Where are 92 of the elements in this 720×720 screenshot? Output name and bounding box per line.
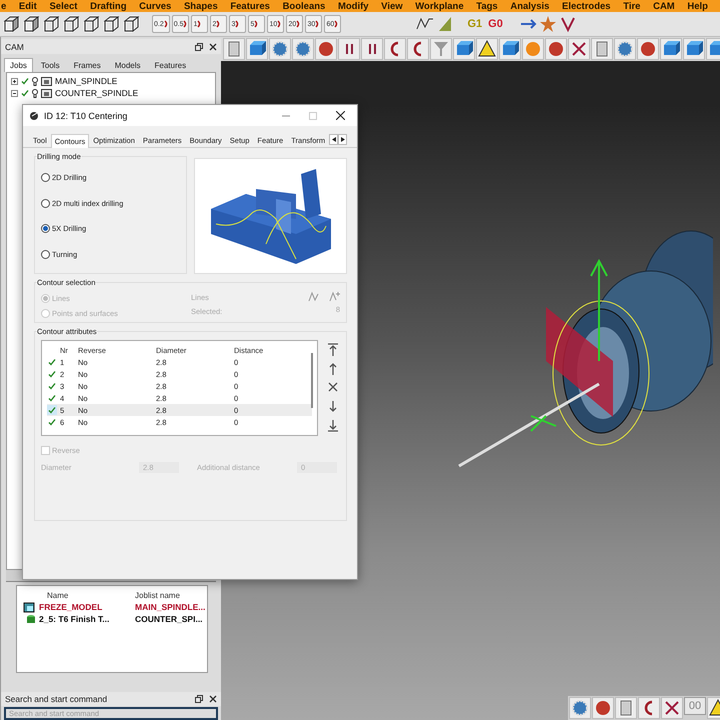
menu-item[interactable]: Help [687, 0, 708, 12]
box-icon[interactable] [453, 38, 475, 60]
left-triangle-icon [332, 137, 336, 142]
hook-icon [254, 20, 258, 28]
right-triangle-icon [340, 137, 345, 142]
radio-button[interactable] [41, 173, 50, 182]
cube-icon[interactable] [42, 15, 60, 33]
hook-icon [164, 20, 168, 28]
v-letter-icon[interactable] [558, 15, 577, 33]
panel-tab[interactable]: Features [148, 58, 192, 72]
menu-item[interactable]: e [1, 0, 6, 12]
page-icon[interactable] [615, 697, 637, 719]
hook-icon [277, 20, 282, 28]
box-icon[interactable] [246, 38, 268, 60]
move-top-button[interactable] [326, 342, 340, 357]
panel-title: Search and start command [5, 694, 108, 704]
gear-icon[interactable] [569, 697, 591, 719]
radio-button[interactable] [41, 224, 50, 234]
scrollbar-thumb[interactable] [311, 353, 313, 408]
list-cell[interactable]: 2_5: T6 Finish T... [23, 614, 135, 624]
cube-icon[interactable] [2, 15, 20, 33]
cube-icon[interactable] [82, 15, 100, 33]
panel-tab[interactable]: Tools [34, 58, 66, 72]
menu-item[interactable]: Analysis [510, 0, 550, 12]
gear-icon[interactable] [292, 38, 314, 60]
menu-item[interactable]: Workplane [415, 0, 464, 12]
menu-item[interactable]: Select [49, 0, 78, 12]
box-icon[interactable] [499, 38, 521, 60]
list-cell-text: MAIN_SPINDLE... [135, 602, 206, 612]
close-icon [336, 111, 344, 120]
box-icon[interactable] [683, 38, 705, 60]
menu-item[interactable]: Booleans [282, 0, 326, 12]
radio-button[interactable] [41, 198, 50, 208]
star-icon[interactable] [538, 15, 557, 33]
cube-icon[interactable] [22, 15, 40, 33]
expander-icon[interactable] [11, 78, 18, 84]
column-header[interactable]: Name [47, 590, 135, 600]
tree-item[interactable]: COUNTER_SPINDLE [55, 88, 138, 98]
scroll-right-button[interactable] [338, 134, 348, 145]
cube-icon[interactable] [62, 15, 80, 33]
hook-icon [183, 20, 188, 28]
restore-icon[interactable] [195, 42, 203, 50]
menu-item[interactable]: Tags [476, 0, 498, 12]
maximize-icon [309, 112, 317, 120]
model-icon [23, 602, 36, 612]
hook-icon [315, 20, 320, 28]
menu-item[interactable]: View [381, 0, 403, 12]
cross-icon[interactable] [568, 38, 590, 60]
move-bottom-button[interactable] [326, 418, 340, 433]
panel-tab[interactable]: Frames [68, 58, 107, 72]
page-icon[interactable] [591, 38, 613, 60]
cube-icon[interactable] [122, 15, 140, 33]
bulb-icon [32, 76, 38, 86]
hook-icon [197, 20, 202, 28]
list-cell[interactable]: FREZE_MODEL [23, 602, 135, 612]
scroll-left-button[interactable] [329, 134, 338, 145]
box-icon[interactable] [660, 38, 682, 60]
move-bottom-icon [326, 418, 340, 433]
column-header[interactable]: Joblist name [135, 590, 215, 600]
cross-icon[interactable] [661, 697, 683, 719]
dialog-title: ID 12: T10 Centering [44, 110, 128, 120]
page-icon[interactable] [223, 38, 245, 60]
radio-button[interactable] [41, 250, 50, 259]
panel-tab[interactable]: Jobs [4, 58, 33, 72]
close-icon[interactable] [209, 42, 217, 50]
gear-icon[interactable] [269, 38, 291, 60]
tree-item[interactable]: MAIN_SPINDLE [55, 76, 118, 86]
menu-item[interactable]: Edit [18, 0, 37, 12]
menu-item[interactable]: Electrodes [562, 0, 611, 12]
close-icon[interactable] [209, 695, 217, 703]
menu-item[interactable]: CAM [653, 0, 675, 12]
hook-icon [334, 20, 338, 28]
panel-title: CAM [5, 42, 24, 52]
menu-item[interactable]: Features [230, 0, 270, 12]
hook-icon [296, 20, 300, 28]
menu-item[interactable]: Drafting [90, 0, 126, 12]
menu-item[interactable]: Tire [623, 0, 640, 12]
menu-item[interactable]: Modify [338, 0, 369, 12]
list-cell-text: COUNTER_SPI... [135, 614, 204, 624]
warning-icon[interactable] [476, 38, 498, 60]
cube-icon[interactable] [102, 15, 120, 33]
menu-item[interactable]: Shapes [184, 0, 218, 12]
restore-icon[interactable] [195, 695, 203, 703]
hook-icon [235, 20, 240, 28]
panel-tab[interactable]: Models [108, 58, 147, 72]
gear-icon[interactable] [614, 38, 636, 60]
bulb-icon [32, 88, 38, 98]
expander-icon[interactable] [11, 90, 18, 96]
hook-icon [216, 20, 220, 28]
menu-item[interactable]: Curves [139, 0, 172, 12]
g-code-button[interactable]: G0 [486, 14, 505, 34]
move-top-icon [326, 342, 340, 357]
